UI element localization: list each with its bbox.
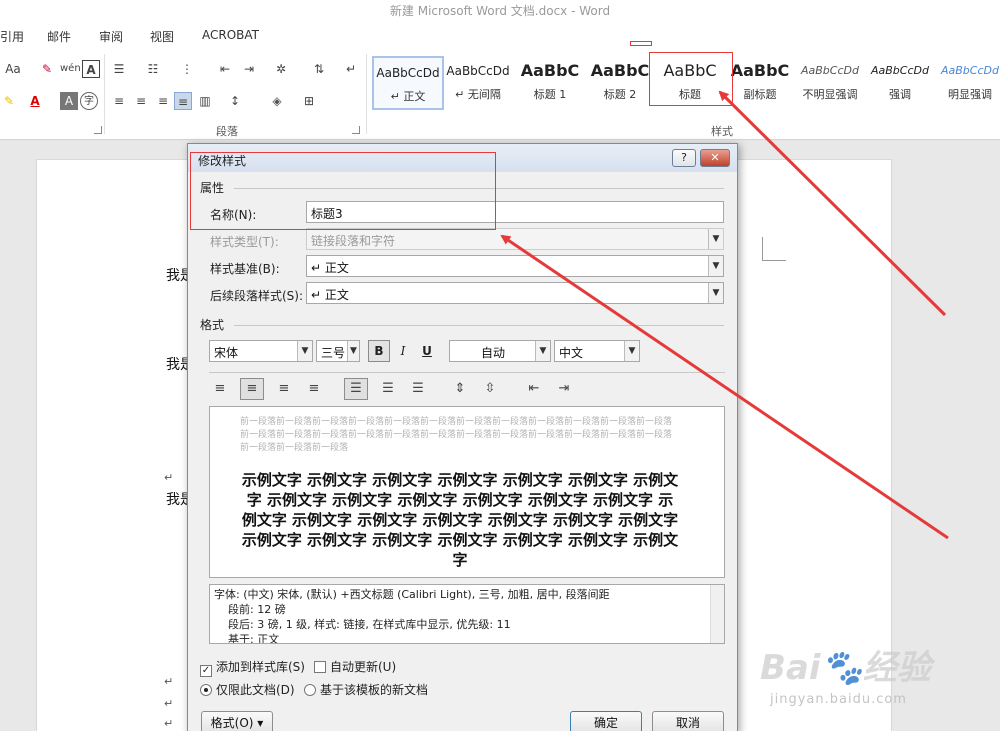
baidu-logo: Bai🐾经验 [760,648,931,688]
watermark-url: jingyan.baidu.com [770,692,907,707]
baidu-watermark: Bai🐾经验 jingyan.baidu.com [760,640,990,720]
annotation-arrows [500,90,949,540]
arrow-to-title-style [718,90,947,317]
arrow-to-name-field [500,234,949,540]
